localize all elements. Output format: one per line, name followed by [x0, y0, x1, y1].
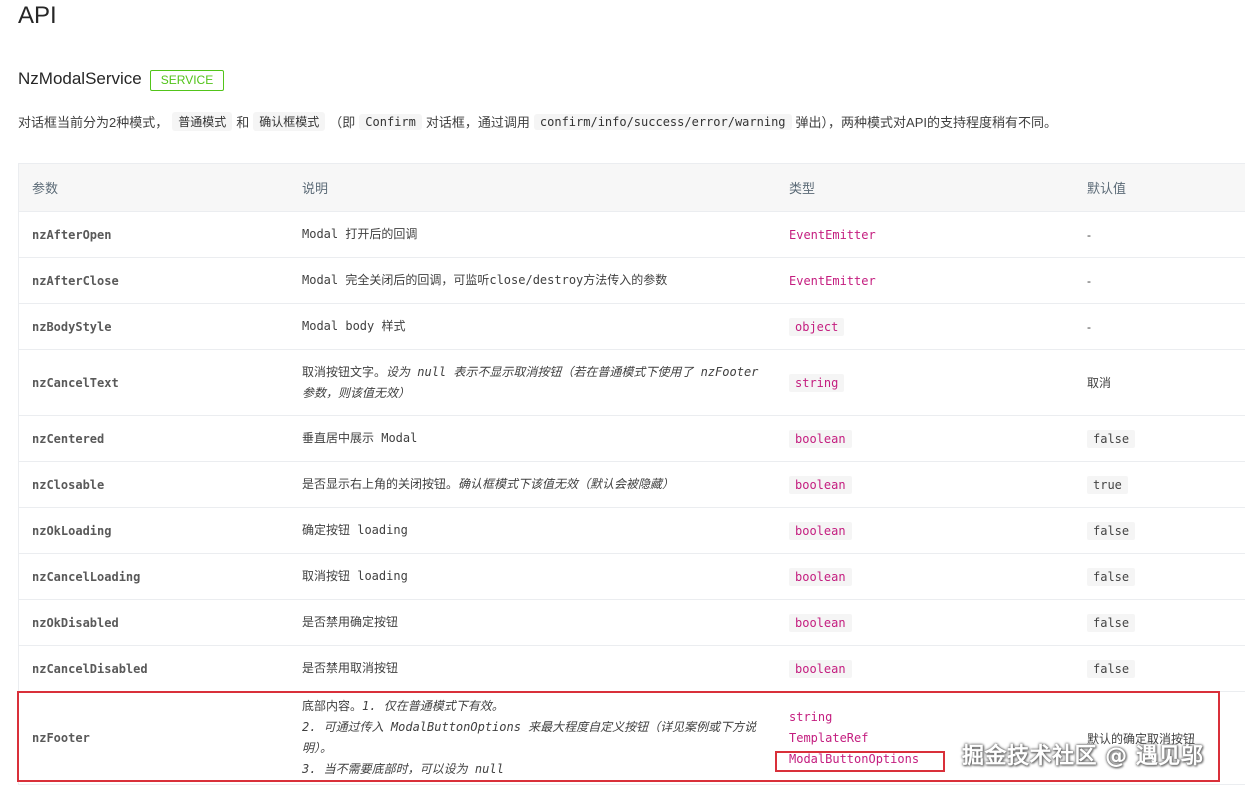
api-table: 参数 说明 类型 默认值 nzAfterOpen Modal 打开后的回调 Ev… — [18, 163, 1245, 785]
intro-paragraph: 对话框当前分为2种模式， 普通模式 和 确认框模式 （即 Confirm 对话框… — [18, 112, 1238, 131]
service-heading: NzModalService SERVICE — [18, 66, 225, 92]
table-row: nzCancelDisabled 是否禁用取消按钮 boolean false — [19, 646, 1245, 692]
header-default: 默认值 — [1087, 181, 1127, 196]
mode-confirm-code: 确认框模式 — [253, 112, 326, 131]
param-desc-text: 是否显示右上角的关闭按钮。 — [302, 477, 459, 491]
table-row: nzCentered 垂直居中展示 Modal boolean false — [19, 416, 1245, 462]
param-type: boolean — [789, 475, 852, 494]
param-desc: Modal body 样式 — [302, 319, 406, 333]
param-name: nzFooter — [32, 731, 90, 745]
table-row: nzCancelLoading 取消按钮 loading boolean fal… — [19, 554, 1245, 600]
intro-suffix: 弹出），两种模式对API的支持程度稍有不同。 — [795, 115, 1057, 130]
param-type: boolean — [789, 521, 852, 540]
param-type: boolean — [789, 567, 852, 586]
param-name: nzCancelDisabled — [32, 661, 148, 676]
param-desc: 取消按钮文字。设为 null 表示不显示取消按钮（若在普通模式下使用了 nzFo… — [289, 362, 776, 404]
param-name: nzOkLoading — [32, 523, 112, 538]
param-desc: Modal 完全关闭后的回调，可监听close/destroy方法传入的参数 — [302, 273, 668, 287]
param-default: - — [1087, 319, 1091, 334]
param-default: false — [1087, 659, 1136, 678]
param-default: false — [1087, 613, 1136, 632]
param-desc-note-1: 1. 仅在普通模式下有效。 — [362, 699, 504, 713]
table-header-row: 参数 说明 类型 默认值 — [19, 164, 1245, 212]
param-name: nzCancelLoading — [32, 569, 141, 584]
table-row: nzCancelText 取消按钮文字。设为 null 表示不显示取消按钮（若在… — [19, 350, 1245, 416]
param-desc-note-3: 3. 当不需要底部时，可以设为 null — [302, 762, 504, 776]
param-default: 取消 — [1087, 376, 1112, 390]
intro-and: 和 — [236, 115, 250, 130]
service-name: NzModalService — [18, 69, 142, 88]
param-default: false — [1087, 567, 1136, 586]
param-type: boolean — [789, 613, 852, 632]
param-type: TemplateRef — [789, 730, 869, 745]
table-row: nzAfterClose Modal 完全关闭后的回调，可监听close/des… — [19, 258, 1245, 304]
param-desc: 垂直居中展示 Modal — [302, 431, 418, 445]
param-default: false — [1087, 429, 1136, 448]
mode-normal-code: 普通模式 — [172, 112, 233, 131]
param-name: nzOkDisabled — [32, 615, 119, 630]
param-name: nzClosable — [32, 477, 105, 492]
param-desc: 确定按钮 loading — [302, 523, 408, 537]
param-type: ModalButtonOptions — [789, 751, 920, 766]
param-default: - — [1087, 273, 1091, 288]
confirm-code: Confirm — [359, 113, 422, 130]
methods-code: confirm/info/success/error/warning — [533, 113, 792, 130]
param-desc: 是否禁用取消按钮 — [302, 661, 399, 675]
param-desc: Modal 打开后的回调 — [302, 227, 418, 241]
param-desc: 底部内容。1. 仅在普通模式下有效。 2. 可通过传入 ModalButtonO… — [289, 696, 776, 780]
param-desc-text: 取消按钮文字。 — [302, 364, 387, 379]
param-type-list: string TemplateRef ModalButtonOptions — [776, 707, 1074, 770]
param-type: EventEmitter — [789, 227, 876, 242]
param-desc: 取消按钮 loading — [302, 569, 408, 583]
table-row-footer: nzFooter 底部内容。1. 仅在普通模式下有效。 2. 可通过传入 Mod… — [19, 692, 1245, 785]
page-title: API — [18, 2, 57, 29]
table-row: nzOkDisabled 是否禁用确定按钮 boolean false — [19, 600, 1245, 646]
param-type: EventEmitter — [789, 273, 876, 288]
param-default: - — [1087, 227, 1091, 242]
param-type: string — [789, 373, 845, 392]
param-default: false — [1087, 521, 1136, 540]
param-type: string — [789, 709, 833, 724]
table-row: nzOkLoading 确定按钮 loading boolean false — [19, 508, 1245, 554]
table-row: nzAfterOpen Modal 打开后的回调 EventEmitter - — [19, 212, 1245, 258]
header-type: 类型 — [789, 181, 816, 196]
table-row: nzBodyStyle Modal body 样式 object - — [19, 304, 1245, 350]
service-badge: SERVICE — [149, 69, 225, 91]
param-default: true — [1087, 475, 1128, 494]
param-name: nzBodyStyle — [32, 319, 112, 334]
header-param: 参数 — [32, 181, 59, 196]
param-desc-note: 确认框模式下该值无效（默认会被隐藏） — [458, 477, 675, 491]
param-desc-note-2: 2. 可通过传入 ModalButtonOptions 来最大程度自定义按钮（详… — [302, 720, 757, 755]
param-desc: 是否禁用确定按钮 — [302, 615, 399, 629]
param-type: boolean — [789, 659, 852, 678]
table-row: nzClosable 是否显示右上角的关闭按钮。确认框模式下该值无效（默认会被隐… — [19, 462, 1245, 508]
param-name: nzCancelText — [32, 375, 119, 390]
param-desc: 是否显示右上角的关闭按钮。确认框模式下该值无效（默认会被隐藏） — [289, 474, 776, 495]
param-name: nzCentered — [32, 431, 105, 446]
param-desc-text: 底部内容。 — [302, 699, 363, 713]
param-type: object — [789, 317, 845, 336]
intro-prefix: 对话框当前分为2种模式， — [18, 115, 169, 130]
intro-dialog-text: 对话框，通过调用 — [425, 115, 530, 130]
param-default: 默认的确定取消按钮 — [1087, 731, 1196, 746]
param-name: nzAfterClose — [32, 273, 119, 288]
header-desc: 说明 — [302, 181, 329, 196]
intro-paren-open: （即 — [329, 115, 356, 130]
param-name: nzAfterOpen — [32, 227, 112, 242]
param-type: boolean — [789, 429, 852, 448]
